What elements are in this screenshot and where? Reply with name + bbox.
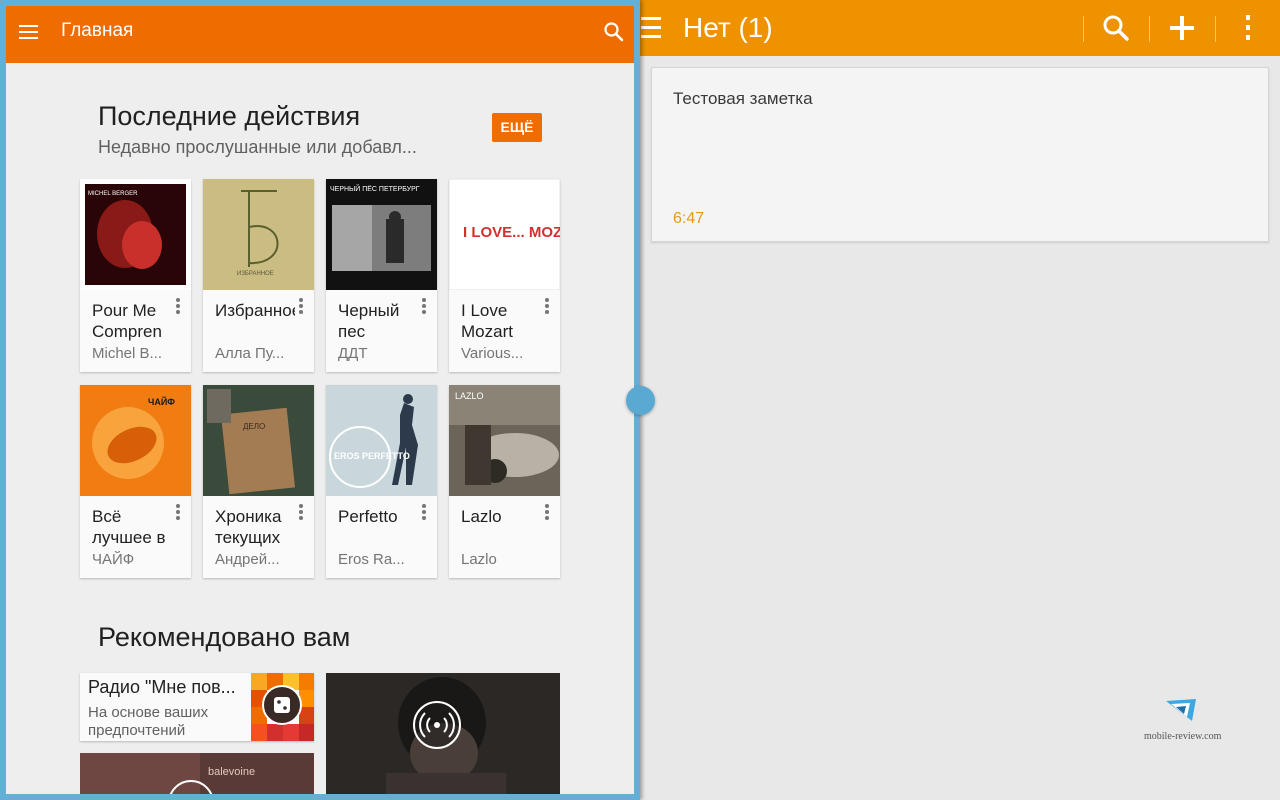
album-art: balevoine — [80, 753, 314, 794]
split-divider-handle[interactable] — [626, 386, 655, 415]
more-vert-icon[interactable] — [174, 504, 182, 520]
note-card[interactable]: Тестовая заметка 6:47 — [651, 67, 1269, 242]
more-vert-icon[interactable] — [420, 298, 428, 314]
album-artist: ЧАЙФ — [92, 551, 135, 568]
album-title: Perfetto — [338, 507, 398, 526]
more-vert-icon[interactable] — [420, 504, 428, 520]
radio-title: Радио "Мне пов... — [88, 677, 236, 697]
album-art-label: ИЗБРАННОЕ — [237, 271, 274, 277]
recent-section-subtitle: Недавно прослушанные или добавл... — [98, 137, 417, 157]
more-vert-icon[interactable] — [174, 298, 182, 314]
toolbar-divider — [1215, 16, 1216, 42]
album-art: LAZLO — [449, 385, 560, 496]
album-artist: ДДТ — [338, 345, 368, 362]
album-art: MICHEL BERGER — [80, 179, 191, 290]
notes-search-button[interactable] — [1094, 8, 1138, 48]
more-vert-icon[interactable] — [543, 298, 551, 314]
album-art-label: ДЕЛО — [243, 422, 265, 431]
recommended-station-card[interactable] — [326, 673, 560, 794]
album-title: Lazlo — [461, 507, 502, 526]
plus-icon — [1170, 16, 1194, 40]
album-art-label: ЧАЙФ — [148, 396, 175, 407]
watermark: mobile-review.com — [1140, 695, 1222, 745]
album-artist: Various... — [461, 345, 524, 362]
recommended-album-card[interactable]: balevoine — [80, 753, 314, 794]
search-icon — [1103, 15, 1129, 41]
more-vert-icon[interactable] — [297, 298, 305, 314]
album-artist: Алла Пу... — [215, 345, 285, 362]
album-art: ИЗБРАННОЕ — [203, 179, 314, 290]
recommended-section-title: Рекомендовано вам — [98, 622, 351, 652]
album-card[interactable]: ЧЕРНЫЙ ПЁС ПЕТЕРБУРГ Черный пес ДДТ — [326, 179, 437, 372]
more-vert-icon[interactable] — [543, 504, 551, 520]
radio-description: На основе ваших предпочтений — [88, 704, 209, 739]
album-card[interactable]: ИЗБРАННОЕ Избранное Алла Пу... — [203, 179, 314, 372]
album-title: Всё лучшее в — [92, 507, 166, 547]
album-title: Pour Me Compren — [92, 301, 162, 341]
menu-icon[interactable] — [19, 25, 38, 39]
album-art: ЧАЙФ — [80, 385, 191, 496]
album-title: Хроника текущих — [215, 507, 282, 547]
album-art: EROS PERFETTO — [326, 385, 437, 496]
album-art: ДЕЛО — [203, 385, 314, 496]
album-artist: Lazlo — [461, 551, 497, 568]
overflow-menu-button[interactable] — [1226, 8, 1270, 48]
album-art-label: EROS PERFETTO — [334, 451, 410, 461]
album-artist: Michel B... — [92, 345, 163, 362]
music-page-title: Главная — [61, 20, 134, 41]
album-card[interactable]: ЧАЙФ Всё лучшее в ЧАЙФ — [80, 385, 191, 578]
album-card[interactable]: MICHEL BERGER Pour Me Compren Michel B..… — [80, 179, 191, 372]
album-artist: Eros Ra... — [338, 551, 405, 568]
split-screen: Нет (1) Тестовая заметка 6:47 mobile-rev… — [0, 0, 1280, 800]
more-vert-icon[interactable] — [297, 504, 305, 520]
note-time: 6:47 — [673, 210, 705, 227]
album-card[interactable]: ДЕЛО Хроника текущих Андрей... — [203, 385, 314, 578]
note-text: Тестовая заметка — [673, 89, 813, 108]
more-vert-icon — [1246, 15, 1250, 40]
recent-section-title: Последние действия — [98, 101, 361, 131]
album-art: I LOVE... MOZART — [449, 179, 560, 290]
notes-folder-title: Нет (1) — [683, 12, 773, 43]
radio-art — [251, 673, 314, 741]
album-art-label: I LOVE... MOZART — [463, 224, 560, 241]
add-note-button[interactable] — [1160, 8, 1204, 48]
toolbar-divider — [1083, 16, 1084, 42]
album-title: Избранное — [215, 301, 295, 320]
watermark-text: mobile-review.com — [1144, 731, 1222, 742]
album-art-label: ЧЕРНЫЙ ПЁС ПЕТЕРБУРГ — [330, 184, 420, 193]
album-art-label: LAZLO — [455, 391, 484, 401]
album-artist: Андрей... — [215, 551, 280, 568]
album-title: I Love Mozart — [461, 301, 513, 341]
radio-card[interactable]: Радио "Мне пов... На основе ваших предпо… — [80, 673, 314, 741]
watermark-logo — [1166, 699, 1196, 721]
album-art-label: MICHEL BERGER — [88, 191, 138, 197]
music-toolbar: Главная — [6, 6, 634, 63]
album-title: Черный пес — [338, 301, 400, 341]
more-button[interactable]: ЕЩЁ — [492, 113, 542, 142]
album-art: ЧЕРНЫЙ ПЁС ПЕТЕРБУРГ — [326, 179, 437, 290]
menu-icon[interactable] — [641, 17, 661, 39]
station-art — [326, 673, 560, 794]
album-card[interactable]: LAZLO Lazlo Lazlo — [449, 385, 560, 578]
album-art-label: balevoine — [208, 766, 255, 778]
search-icon[interactable] — [602, 20, 626, 44]
album-card[interactable]: EROS PERFETTO Perfetto Eros Ra... — [326, 385, 437, 578]
toolbar-divider — [1149, 16, 1150, 42]
album-card[interactable]: I LOVE... MOZART I Love Mozart Various..… — [449, 179, 560, 372]
music-app-window: Главная Последние действия Недавно просл… — [0, 0, 640, 800]
